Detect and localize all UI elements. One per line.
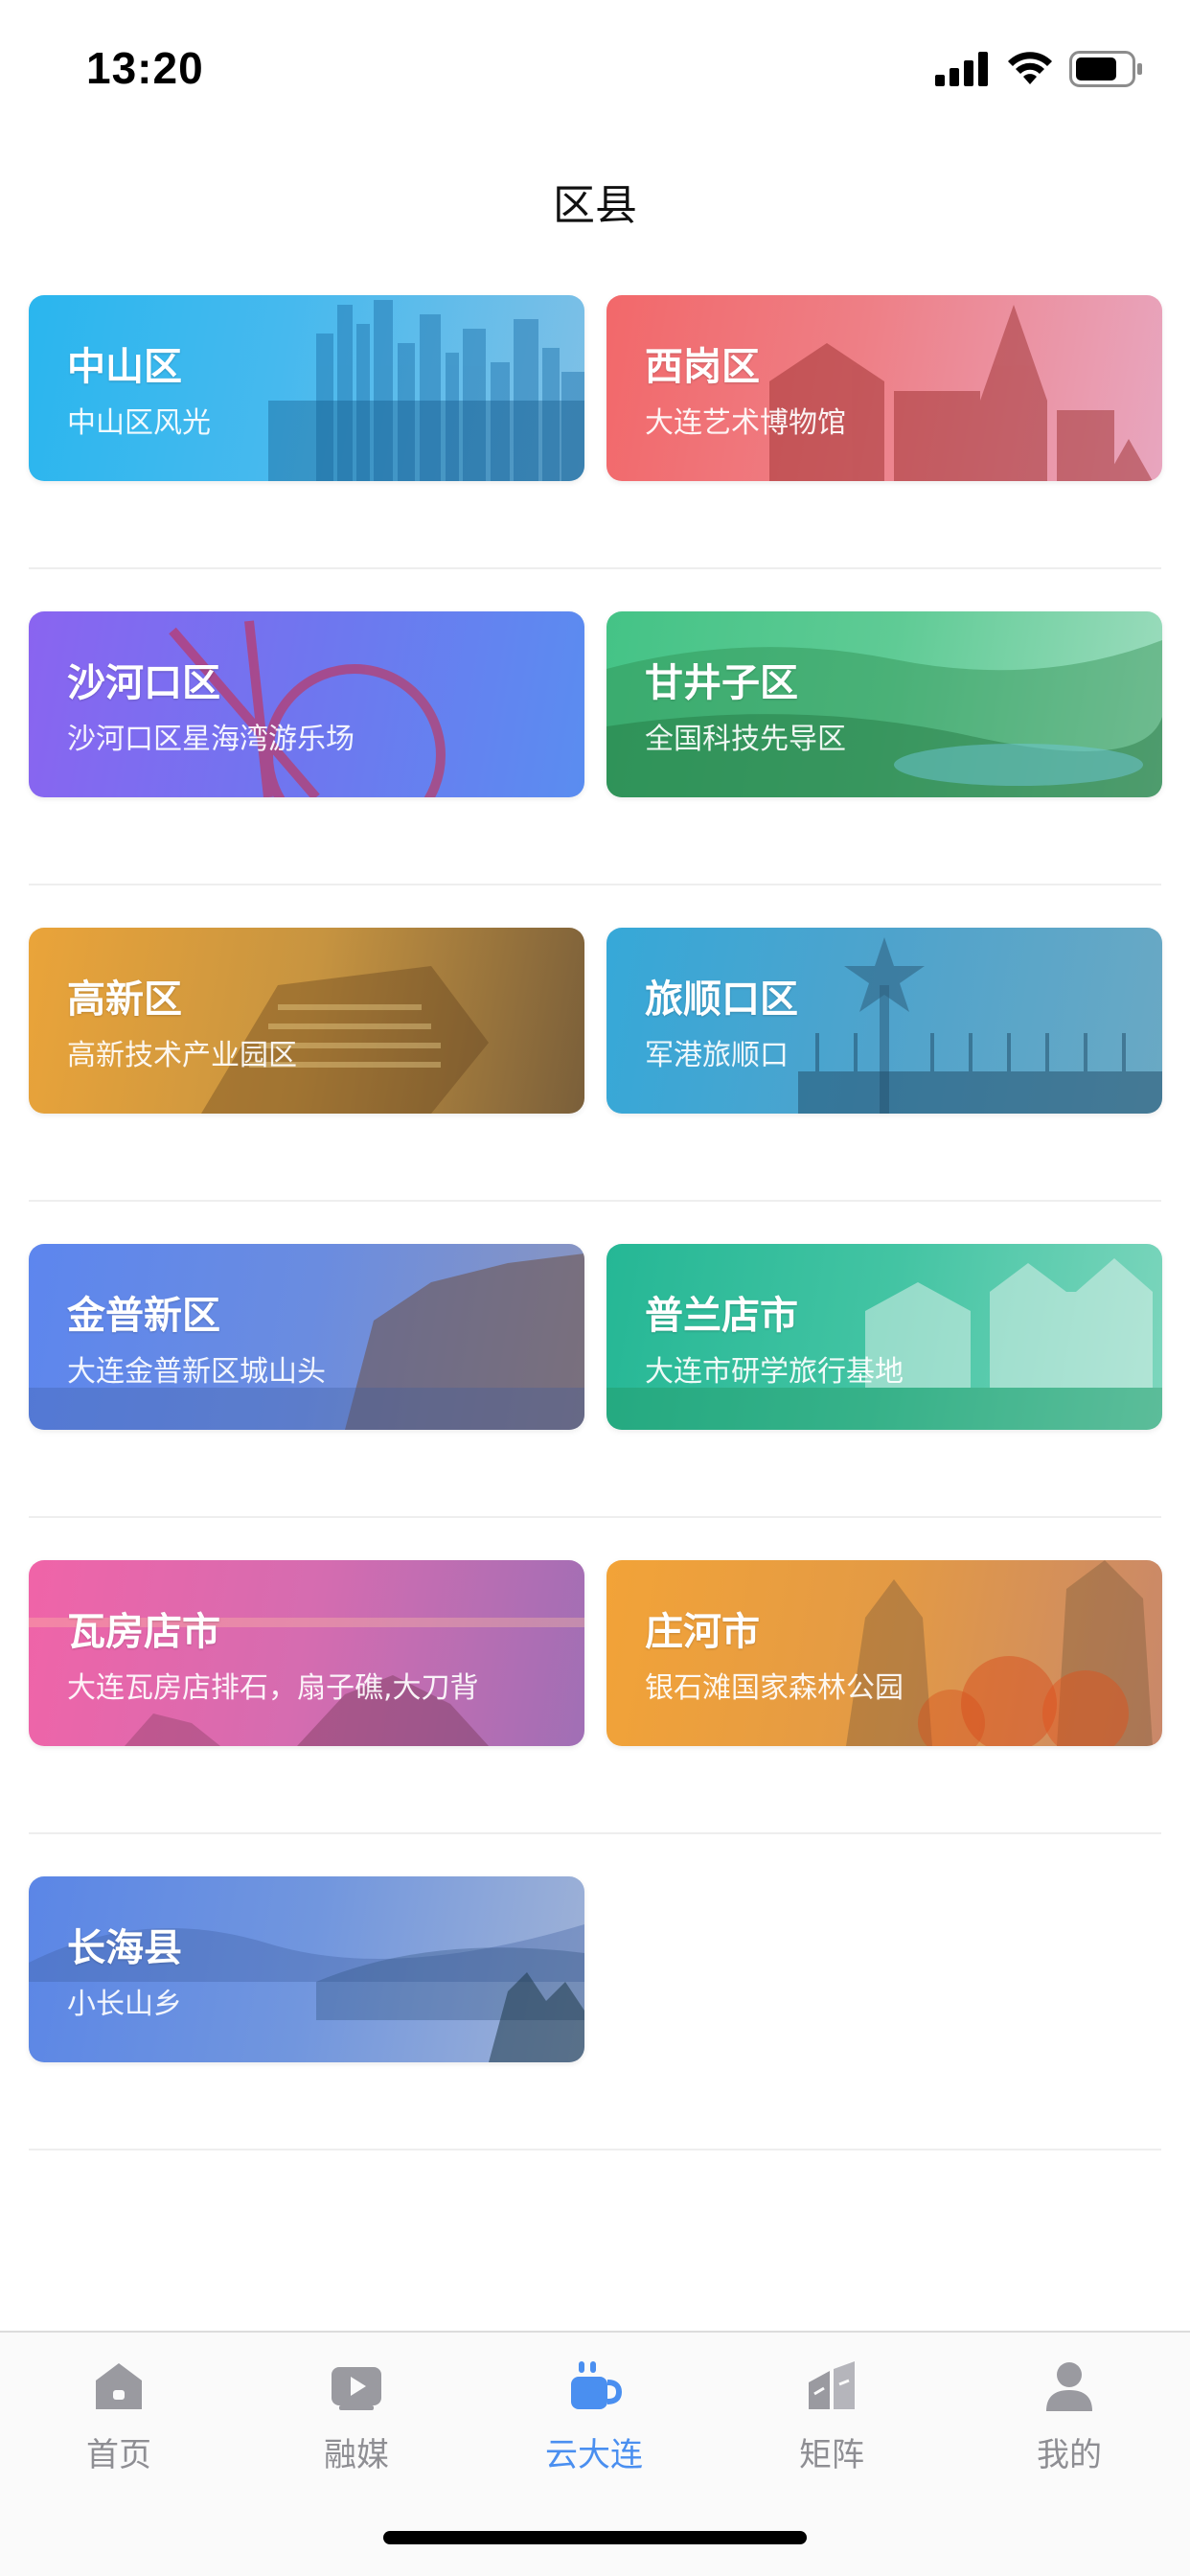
tab-media[interactable]: 融媒 — [261, 2356, 452, 2509]
row-divider — [29, 2149, 1161, 2150]
district-name: 高新区 — [67, 978, 182, 1022]
district-row: 中山区 中山区风光 西岗区 大连艺术博物馆 — [29, 295, 1162, 611]
district-card-gaoxin[interactable]: 高新区 高新技术产业园区 — [29, 928, 584, 1114]
district-subtitle: 全国科技先导区 — [645, 723, 846, 756]
district-row: 瓦房店市 大连瓦房店排石，扇子礁,大刀背 庄河市 银石滩国家森林公园 — [29, 1560, 1162, 1876]
district-card-ganjingzi[interactable]: 甘井子区 全国科技先导区 — [606, 611, 1162, 797]
district-name: 甘井子区 — [645, 661, 798, 705]
district-subtitle: 银石滩国家森林公园 — [645, 1671, 904, 1705]
district-card-changhai[interactable]: 长海县 小长山乡 — [29, 1876, 584, 2062]
district-name: 沙河口区 — [67, 661, 220, 705]
district-subtitle: 大连市研学旅行基地 — [645, 1355, 904, 1389]
tab-home[interactable]: 首页 — [23, 2356, 215, 2509]
page-title: 区县 — [553, 181, 637, 230]
row-divider — [29, 1832, 1161, 1834]
district-card-zhongshan[interactable]: 中山区 中山区风光 — [29, 295, 584, 481]
tab-matrix[interactable]: 矩阵 — [736, 2356, 927, 2509]
district-subtitle: 大连艺术博物馆 — [645, 406, 846, 440]
district-name: 中山区 — [67, 345, 182, 389]
district-subtitle: 大连瓦房店排石，扇子礁,大刀背 — [67, 1671, 479, 1705]
tab-cloud-dalian[interactable]: 云大连 — [498, 2356, 690, 2509]
tab-label: 首页 — [86, 2436, 151, 2474]
status-time: 13:20 — [86, 43, 204, 93]
district-name: 旅顺口区 — [645, 978, 798, 1022]
district-subtitle: 中山区风光 — [67, 406, 211, 440]
status-bar: 13:20 — [0, 0, 1190, 144]
district-card-shahekou[interactable]: 沙河口区 沙河口区星海湾游乐场 — [29, 611, 584, 797]
district-row: 高新区 高新技术产业园区 旅顺口区 军港旅顺口 — [29, 928, 1162, 1244]
status-icons — [935, 50, 1144, 88]
home-indicator[interactable] — [383, 2531, 807, 2544]
district-subtitle: 沙河口区星海湾游乐场 — [67, 723, 355, 756]
district-row: 沙河口区 沙河口区星海湾游乐场 甘井子区 全国科技先导区 — [29, 611, 1162, 928]
district-row: 长海县 小长山乡 — [29, 1876, 1161, 2193]
row-divider — [29, 884, 1161, 886]
district-subtitle: 小长山乡 — [67, 1988, 182, 2021]
tab-label: 我的 — [1037, 2436, 1102, 2474]
wifi-icon — [1008, 52, 1052, 84]
district-name: 瓦房店市 — [67, 1610, 220, 1654]
district-name: 普兰店市 — [645, 1294, 798, 1338]
row-divider — [29, 567, 1161, 569]
district-name: 金普新区 — [67, 1294, 220, 1338]
tab-label: 矩阵 — [799, 2436, 864, 2474]
district-row: 金普新区 大连金普新区城山头 普兰店市 大连市研学旅行基地 — [29, 1244, 1162, 1560]
district-card-pulandian[interactable]: 普兰店市 大连市研学旅行基地 — [606, 1244, 1162, 1430]
battery-icon — [1069, 51, 1142, 87]
home-icon — [96, 2363, 142, 2409]
video-play-icon — [332, 2367, 381, 2410]
district-card-xigang[interactable]: 西岗区 大连艺术博物馆 — [606, 295, 1162, 481]
tab-label: 云大连 — [545, 2436, 643, 2474]
district-name: 西岗区 — [645, 345, 760, 389]
buildings-icon — [809, 2361, 855, 2409]
screen: 13:20 区县 中山区 中山区风光 西岗区 大连艺术博物馆 沙河口区 沙河口区… — [0, 0, 1190, 2576]
district-subtitle: 高新技术产业园区 — [67, 1039, 297, 1072]
district-name: 庄河市 — [645, 1610, 760, 1654]
district-card-lvshunkou[interactable]: 旅顺口区 军港旅顺口 — [606, 928, 1162, 1114]
cellular-signal-icon — [935, 52, 988, 86]
row-divider — [29, 1200, 1161, 1202]
user-icon — [1046, 2362, 1092, 2411]
district-subtitle: 军港旅顺口 — [645, 1039, 789, 1072]
district-card-jinpu[interactable]: 金普新区 大连金普新区城山头 — [29, 1244, 584, 1430]
district-card-zhuanghe[interactable]: 庄河市 银石滩国家森林公园 — [606, 1560, 1162, 1746]
tab-profile[interactable]: 我的 — [973, 2356, 1165, 2509]
row-divider — [29, 1516, 1161, 1518]
district-card-wafangdian[interactable]: 瓦房店市 大连瓦房店排石，扇子礁,大刀背 — [29, 1560, 584, 1746]
tab-label: 融媒 — [324, 2436, 389, 2474]
district-grid: 中山区 中山区风光 西岗区 大连艺术博物馆 沙河口区 沙河口区星海湾游乐场 甘井… — [29, 295, 1162, 2193]
district-name: 长海县 — [67, 1926, 182, 1970]
district-subtitle: 大连金普新区城山头 — [67, 1355, 326, 1389]
coffee-cup-icon — [571, 2361, 623, 2409]
